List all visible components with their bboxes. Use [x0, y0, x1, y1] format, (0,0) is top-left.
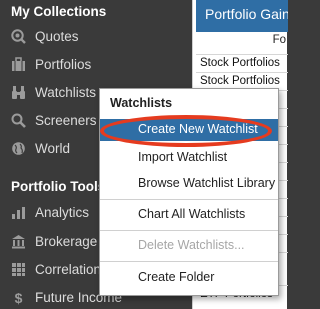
menu-divider: [100, 230, 278, 231]
sidebar-item-portfolios[interactable]: Portfolios: [0, 52, 192, 76]
column-header: Fo: [272, 34, 286, 46]
grid-icon: [11, 262, 26, 277]
sidebar-item-label: Portfolios: [35, 56, 92, 72]
sidebar-item-quotes[interactable]: Quotes: [0, 24, 192, 48]
sidebar-item-label: Watchlists: [35, 84, 97, 100]
menu-item-create-new-watchlist[interactable]: Create New Watchlist: [100, 119, 278, 141]
dollar-icon: $: [11, 290, 26, 305]
globe-icon: [11, 141, 26, 156]
menu-item-create-folder[interactable]: Create Folder: [100, 267, 278, 289]
table-row[interactable]: Stock Portfolios: [196, 54, 288, 72]
menu-item-delete-watchlists: Delete Watchlists...: [138, 238, 245, 252]
page-title: Portfolio Gains: [196, 0, 288, 32]
sidebar-item-label: Quotes: [35, 28, 79, 44]
sidebar-item-label: Screeners: [35, 112, 97, 128]
bank-icon: [11, 234, 26, 249]
watchlists-dropdown-menu: Watchlists Create New Watchlist Import W…: [99, 88, 279, 296]
svg-text:$: $: [15, 290, 23, 305]
sidebar-item-label: Analytics: [35, 204, 90, 220]
menu-divider: [100, 199, 278, 200]
search-icon: [11, 28, 26, 44]
menu-divider: [100, 261, 278, 262]
sidebar-item-label: Correlation: [35, 261, 102, 277]
briefcase-icon: [11, 56, 26, 72]
section-title-my-collections: My Collections: [11, 4, 107, 19]
section-title-portfolio-tools: Portfolio Tools: [11, 179, 106, 194]
sidebar-item-label: World: [35, 140, 71, 156]
magnifier-icon: [11, 113, 26, 128]
bar-chart-icon: [11, 205, 26, 220]
binoculars-icon: [11, 85, 26, 100]
menu-item-import-watchlist[interactable]: Import Watchlist: [100, 147, 278, 169]
menu-item-chart-all-watchlists[interactable]: Chart All Watchlists: [100, 204, 278, 226]
menu-item-browse-watchlist-library[interactable]: Browse Watchlist Library: [100, 173, 278, 195]
menu-title: Watchlists: [110, 96, 173, 110]
